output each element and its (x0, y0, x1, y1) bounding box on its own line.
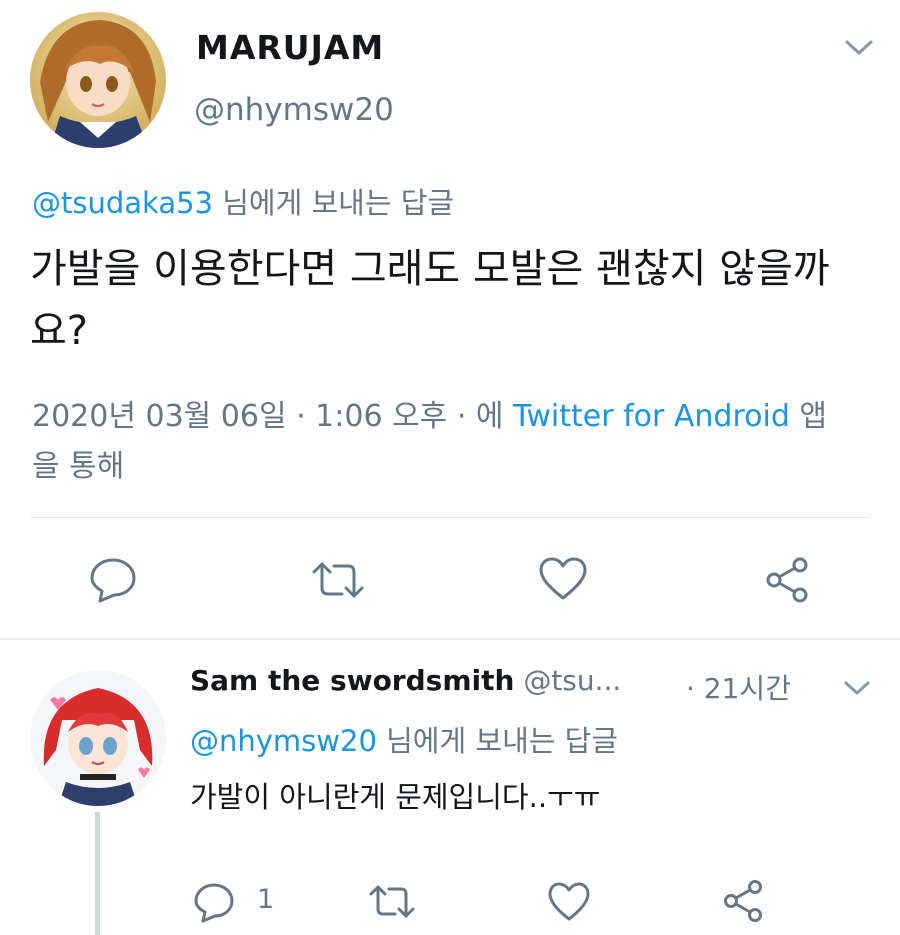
replying-to: @nhymsw20 님에게 보내는 답글 (190, 718, 618, 760)
reply-to-handle-link[interactable]: @nhymsw20 (190, 724, 377, 758)
reply-icon[interactable] (88, 555, 138, 603)
divider (30, 517, 870, 518)
reply-count: 1 (257, 884, 275, 915)
avatar-image (30, 670, 166, 806)
replying-to: @tsudaka53 님에게 보내는 답글 (32, 180, 454, 222)
avatar-image (30, 12, 166, 148)
divider (0, 638, 900, 640)
reply-user-handle[interactable]: @tsu... (514, 664, 621, 697)
tweet-metadata: 2020년 03월 06일 · 1:06 오후 · 에 Twitter for … (32, 392, 852, 492)
thread-line (95, 812, 100, 935)
reply-display-name[interactable]: Sam the swordsmith (190, 664, 514, 697)
tweet-text: 가발을 이용한다면 그래도 모발은 괜찮지 않을까요? (30, 246, 830, 354)
reply-to-suffix: 님에게 보내는 답글 (376, 724, 619, 758)
reply-timestamp: · 21시간 (686, 672, 791, 705)
source-app-link[interactable]: Twitter for Android (513, 399, 790, 434)
avatar[interactable] (30, 670, 166, 806)
avatar[interactable] (30, 12, 166, 148)
display-name[interactable]: MARUJAM (196, 28, 384, 67)
share-icon[interactable] (720, 878, 766, 924)
tweet-timestamp: 2020년 03월 06일 · 1:06 오후 · 에 (32, 399, 514, 434)
user-handle[interactable]: @nhymsw20 (194, 92, 394, 128)
retweet-icon[interactable] (367, 882, 417, 922)
reply-icon[interactable] (192, 880, 236, 924)
retweet-icon[interactable] (310, 558, 366, 602)
heart-icon[interactable] (538, 556, 588, 602)
reply-to-handle-link[interactable]: @tsudaka53 (32, 186, 213, 220)
chevron-down-icon[interactable] (842, 32, 876, 62)
reply-text: 가발이 아니란게 문제입니다..ㅜㅠ (190, 780, 601, 814)
reply-to-suffix: 님에게 보내는 답글 (213, 186, 455, 220)
share-icon[interactable] (762, 555, 812, 605)
heart-icon[interactable] (547, 881, 591, 923)
tweet-detail-page: MARUJAM @nhymsw20 @tsudaka53 님에게 보내는 답글 … (0, 0, 900, 935)
chevron-down-icon[interactable] (842, 676, 872, 700)
